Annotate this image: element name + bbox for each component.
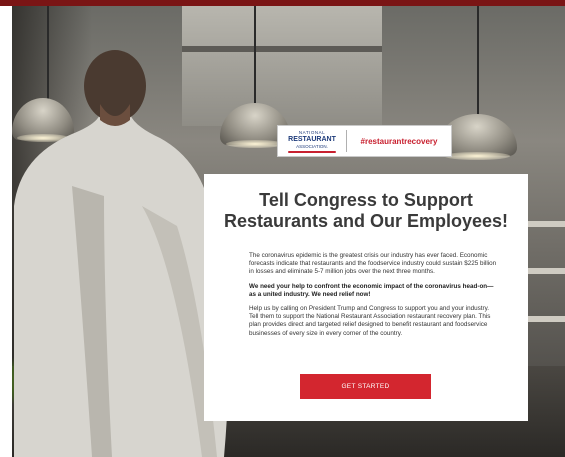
logo-restaurant-text: RESTAURANT (288, 135, 336, 143)
get-started-button[interactable]: GET STARTED (300, 374, 431, 399)
logo-badge: NATIONAL RESTAURANT ASSOCIATION. #restau… (277, 125, 452, 157)
hashtag-label: #restaurantrecovery (360, 136, 438, 146)
nra-logo: NATIONAL RESTAURANT ASSOCIATION. (278, 126, 346, 156)
call-to-action-paragraph: We need your help to confront the econom… (249, 282, 494, 298)
card-body: The coronavirus epidemic is the greatest… (249, 252, 499, 344)
page-title: Tell Congress to Support Restaurants and… (204, 190, 528, 232)
title-line-1: Tell Congress to Support (259, 190, 473, 210)
petition-card: Tell Congress to Support Restaurants and… (204, 174, 528, 421)
logo-swoosh-icon (288, 150, 336, 153)
logo-association-text: ASSOCIATION. (296, 143, 328, 149)
intro-paragraph: The coronavirus epidemic is the greatest… (249, 252, 497, 276)
title-line-2: Restaurants and Our Employees! (223, 211, 509, 231)
instructions-paragraph: Help us by calling on President Trump an… (249, 305, 491, 337)
